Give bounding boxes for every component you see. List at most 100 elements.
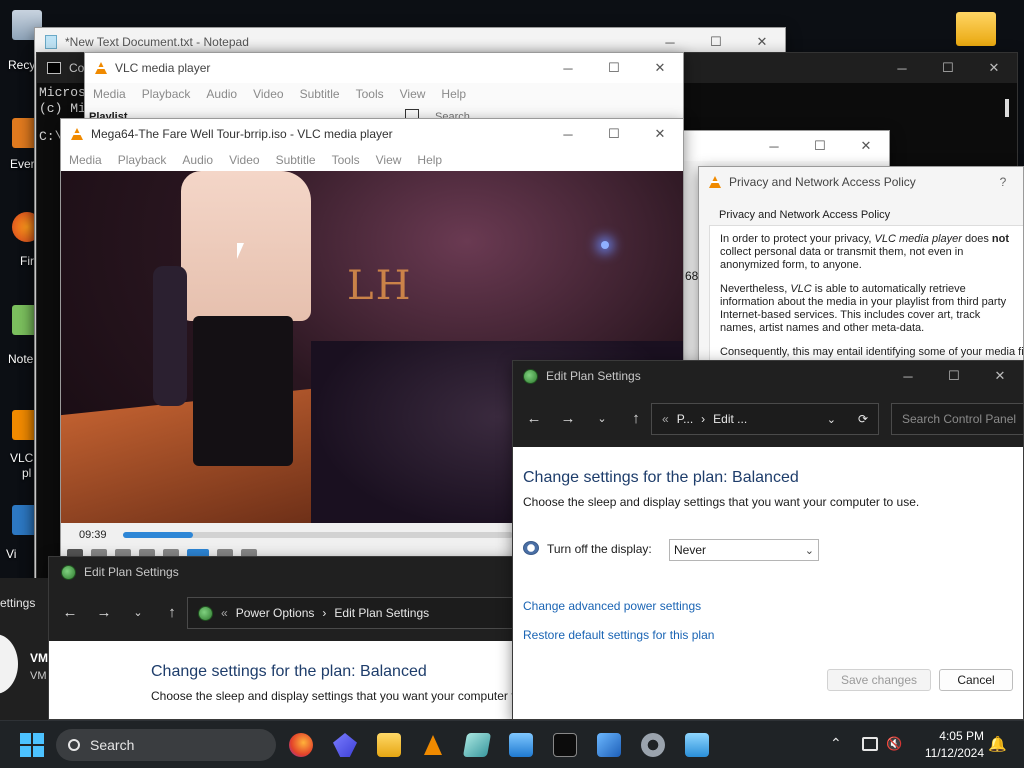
volume-muted-icon[interactable]: 🔇 — [886, 736, 902, 752]
cancel-button[interactable]: Cancel — [939, 669, 1013, 691]
bird-app-icon[interactable] — [333, 733, 357, 757]
display-timeout-select[interactable]: Never ⌄ — [669, 539, 819, 561]
menu-help[interactable]: Help — [433, 83, 474, 105]
address-bar[interactable]: « Power Options › Edit Plan Settings — [187, 597, 567, 629]
vlc-taskbar-icon[interactable] — [421, 733, 445, 757]
edit-plan-window[interactable]: Edit Plan Settings ─ ☐ ✕ ← → ⌄ ↑ « P... … — [512, 360, 1024, 720]
vlc-playlist-title: VLC media player — [115, 61, 211, 75]
breadcrumb-edit-plan[interactable]: Edit ... — [713, 412, 747, 426]
save-changes-button[interactable]: Save changes — [827, 669, 931, 691]
privacy-heading: Privacy and Network Access Policy — [719, 209, 891, 221]
terminal-icon[interactable] — [553, 733, 577, 757]
tray-chevron-up-icon[interactable]: ⌃ — [830, 735, 842, 752]
menu-playback[interactable]: Playback — [134, 83, 199, 105]
menu-playback[interactable]: Playback — [110, 149, 175, 171]
close-button[interactable]: ✕ — [971, 53, 1017, 83]
edit-plan-title: Edit Plan Settings — [546, 369, 641, 383]
firefox-icon[interactable] — [289, 733, 313, 757]
content-pane: Change settings for the plan: Balanced C… — [49, 641, 567, 719]
minimize-button[interactable]: ─ — [885, 361, 931, 391]
up-arrow-icon[interactable]: ↑ — [619, 410, 653, 427]
maximize-button[interactable]: ☐ — [925, 53, 971, 83]
remote-desktop-icon[interactable] — [685, 733, 709, 757]
cmd-icon — [47, 62, 61, 74]
vlc-cone-icon — [71, 128, 83, 140]
settings-gear-icon[interactable] — [641, 733, 665, 757]
restore-defaults-link[interactable]: Restore default settings for this plan — [523, 628, 714, 642]
cmd-scrollbar[interactable] — [1005, 99, 1009, 117]
breadcrumb-edit-plan[interactable]: Edit Plan Settings — [334, 606, 429, 620]
menu-video[interactable]: Video — [245, 83, 291, 105]
breadcrumb-overflow[interactable]: « — [221, 606, 228, 620]
menu-media[interactable]: Media — [85, 83, 134, 105]
menu-help[interactable]: Help — [409, 149, 450, 171]
menu-view[interactable]: View — [392, 83, 434, 105]
minimize-button[interactable]: ─ — [751, 131, 797, 161]
stage-light — [601, 241, 609, 249]
menu-view[interactable]: View — [368, 149, 410, 171]
notification-bell-icon[interactable]: 🔔 — [988, 735, 1007, 753]
minimize-button[interactable]: ─ — [545, 119, 591, 149]
virtualbox-taskbar-icon[interactable] — [509, 733, 533, 757]
history-chevron-icon[interactable]: ⌄ — [585, 412, 619, 425]
help-button[interactable]: ? — [983, 175, 1023, 189]
desktop-label-vlc: VLC — [10, 451, 34, 465]
minimize-button[interactable]: ─ — [545, 53, 591, 83]
menu-audio[interactable]: Audio — [174, 149, 221, 171]
notepad-title: *New Text Document.txt - Notepad — [65, 35, 249, 49]
edit-plan-window-back[interactable]: Edit Plan Settings ← → ⌄ ↑ « Power Optio… — [48, 556, 568, 720]
edit-plan-back-title: Edit Plan Settings — [84, 565, 179, 579]
desktop-label-recycle: Recy — [8, 58, 36, 72]
advanced-power-settings-link[interactable]: Change advanced power settings — [523, 599, 701, 613]
settings-window[interactable]: ettings — [0, 578, 48, 720]
taskbar-search-box[interactable]: Search — [56, 729, 276, 761]
monitor-clock-icon — [523, 541, 539, 555]
close-button[interactable]: ✕ — [637, 119, 683, 149]
vm-avatar — [0, 634, 18, 694]
maximize-button[interactable]: ☐ — [797, 131, 843, 161]
clock-time[interactable]: 4:05 PM — [934, 729, 984, 743]
maximize-button[interactable]: ☐ — [931, 361, 977, 391]
menu-media[interactable]: Media — [61, 149, 110, 171]
address-bar[interactable]: « P... › Edit ... ⌄ ⟳ — [651, 403, 879, 435]
minimize-button[interactable]: ─ — [879, 53, 925, 83]
menu-subtitle[interactable]: Subtitle — [292, 83, 348, 105]
history-chevron-icon[interactable]: ⌄ — [121, 606, 155, 619]
back-arrow-icon[interactable]: ← — [517, 410, 551, 427]
cube-app-icon[interactable] — [597, 733, 621, 757]
breadcrumb-power-options[interactable]: P... — [677, 412, 693, 426]
privacy-dialog[interactable]: Privacy and Network Access Policy ? Priv… — [698, 166, 1024, 366]
content-pane: Change settings for the plan: Balanced C… — [513, 447, 1023, 719]
close-button[interactable]: ✕ — [637, 53, 683, 83]
address-dropdown-icon[interactable]: ⌄ — [827, 413, 836, 426]
maximize-button[interactable]: ☐ — [591, 53, 637, 83]
network-icon[interactable] — [862, 737, 878, 751]
menu-audio[interactable]: Audio — [198, 83, 245, 105]
breadcrumb-overflow[interactable]: « — [662, 412, 669, 426]
clock-date[interactable]: 11/12/2024 — [914, 746, 984, 760]
menu-subtitle[interactable]: Subtitle — [268, 149, 324, 171]
up-arrow-icon[interactable]: ↑ — [155, 604, 189, 621]
refresh-icon[interactable]: ⟳ — [858, 412, 868, 426]
maximize-button[interactable]: ☐ — [591, 119, 637, 149]
folder-icon[interactable] — [956, 12, 996, 46]
desktop-label-ever: Ever — [10, 157, 35, 171]
start-windows-icon[interactable] — [20, 733, 44, 757]
close-button[interactable]: ✕ — [977, 361, 1023, 391]
notepad-icon — [45, 35, 57, 49]
back-arrow-icon[interactable]: ← — [53, 604, 87, 621]
breadcrumb-power-options[interactable]: Power Options — [236, 606, 315, 620]
vm-label-2: VM — [30, 670, 47, 682]
close-button[interactable]: ✕ — [843, 131, 889, 161]
menu-video[interactable]: Video — [221, 149, 267, 171]
file-explorer-icon[interactable] — [377, 733, 401, 757]
forward-arrow-icon[interactable]: → — [87, 604, 121, 621]
forward-arrow-icon[interactable]: → — [551, 410, 585, 427]
menu-tools[interactable]: Tools — [348, 83, 392, 105]
privacy-body: In order to protect your privacy, VLC me… — [709, 225, 1023, 365]
settings-title: ettings — [0, 596, 36, 610]
search-control-panel-input[interactable]: Search Control Panel — [891, 403, 1023, 435]
seek-bar[interactable] — [123, 532, 513, 538]
menu-tools[interactable]: Tools — [324, 149, 368, 171]
notes-app-icon[interactable] — [462, 733, 492, 757]
